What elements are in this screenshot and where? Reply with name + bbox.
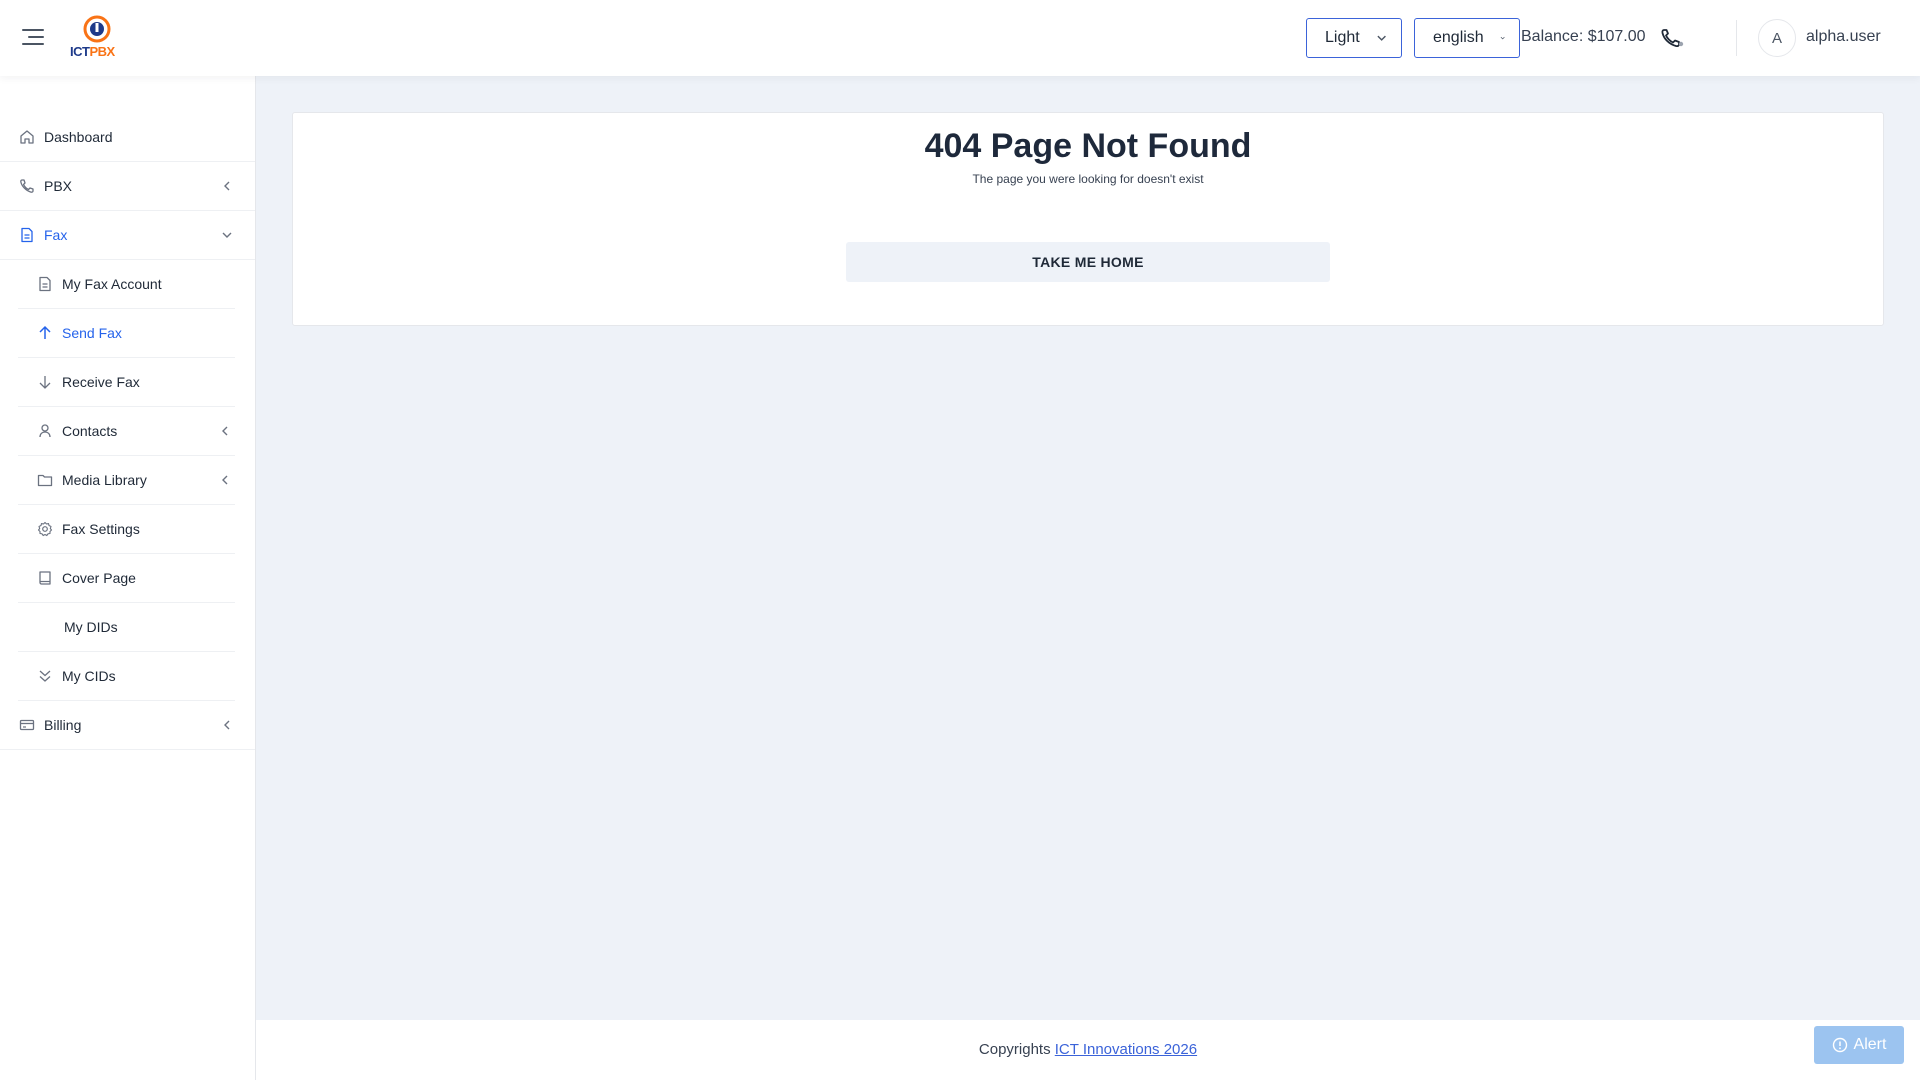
sidebar-item-fax-settings[interactable]: Fax Settings: [18, 505, 235, 554]
sidebar-item-label: Receive Fax: [62, 374, 140, 390]
header-divider: [1736, 20, 1737, 56]
logo-emblem-icon: [83, 15, 111, 43]
alert-button[interactable]: Alert: [1814, 1026, 1904, 1064]
phone-icon[interactable]: [1660, 27, 1684, 49]
theme-select[interactable]: Light: [1306, 18, 1402, 58]
sidebar-item-label: My Fax Account: [62, 276, 162, 292]
sidebar-item-label: PBX: [44, 178, 73, 194]
arrow-up-icon: [36, 324, 54, 342]
language-select[interactable]: english: [1414, 18, 1520, 58]
sidebar-item-label: Billing: [44, 717, 82, 733]
logo-text-ict: ICT: [70, 44, 90, 59]
user-icon: [36, 422, 54, 440]
book-icon: [36, 569, 54, 587]
sidebar-item-contacts[interactable]: Contacts: [18, 407, 235, 456]
sidebar-item-billing[interactable]: Billing: [0, 701, 255, 750]
top-header: ICTPBX Light english Balance: $107.00 A …: [0, 0, 1920, 76]
phone-icon: [18, 177, 36, 195]
sidebar-item-label: Contacts: [62, 423, 118, 439]
sidebar-item-send-fax[interactable]: Send Fax: [18, 309, 235, 358]
avatar[interactable]: A: [1758, 19, 1796, 57]
info-circle-icon: [1832, 1037, 1847, 1053]
sidebar-item-receive-fax[interactable]: Receive Fax: [18, 358, 235, 407]
theme-select-value: Light: [1325, 29, 1360, 46]
username[interactable]: alpha.user: [1806, 28, 1881, 46]
sidebar-item-fax[interactable]: Fax: [0, 211, 255, 260]
home-icon: [18, 128, 36, 146]
chevron-left-icon: [224, 720, 230, 730]
sidebar-item-label: Media Library: [62, 472, 147, 488]
footer-link[interactable]: ICT Innovations 2026: [1055, 1041, 1197, 1058]
chevron-down-icon: [222, 232, 232, 238]
sidebar-item-pbx[interactable]: PBX: [0, 162, 255, 211]
chevron-left-icon: [224, 181, 230, 191]
double-chevron-down-icon: [36, 667, 54, 685]
sidebar-item-label: My DIDs: [64, 619, 118, 635]
sidebar-item-label: Dashboard: [44, 129, 113, 145]
language-select-value: english: [1433, 29, 1484, 46]
chevron-left-icon: [222, 475, 228, 485]
sidebar: Dashboard PBX Fax My Fax Account Send Fa…: [0, 76, 256, 1080]
folder-icon: [36, 471, 54, 489]
logo[interactable]: ICTPBX: [70, 14, 126, 62]
sidebar-item-label: Send Fax: [62, 325, 122, 341]
chevron-down-icon: [1500, 36, 1505, 40]
sidebar-item-label: Fax: [44, 227, 68, 243]
menu-icon[interactable]: [22, 29, 44, 47]
logo-text: ICTPBX: [70, 44, 115, 59]
chevron-down-icon: [1377, 35, 1386, 41]
error-card: 404 Page Not Found The page you were loo…: [292, 112, 1884, 326]
sidebar-item-my-dids[interactable]: My DIDs: [18, 603, 235, 652]
footer: Copyrights ICT Innovations 2026: [256, 1020, 1920, 1080]
arrow-down-icon: [36, 373, 54, 391]
document-icon: [18, 226, 36, 244]
sidebar-item-my-cids[interactable]: My CIDs: [18, 652, 235, 701]
logo-text-pbx: PBX: [89, 44, 115, 59]
alert-button-label: Alert: [1853, 1036, 1887, 1053]
take-me-home-button[interactable]: TAKE ME HOME: [846, 242, 1330, 282]
chevron-left-icon: [222, 426, 228, 436]
document-icon: [36, 275, 54, 293]
footer-prefix: Copyrights: [978, 1041, 1051, 1058]
sidebar-item-label: Cover Page: [62, 570, 136, 586]
sidebar-item-my-fax-account[interactable]: My Fax Account: [18, 260, 235, 309]
sidebar-item-label: My CIDs: [62, 668, 116, 684]
sidebar-item-cover-page[interactable]: Cover Page: [18, 554, 235, 603]
sidebar-item-media-library[interactable]: Media Library: [18, 456, 235, 505]
balance-display: Balance: $107.00: [1521, 28, 1646, 45]
credit-card-icon: [18, 716, 36, 734]
page-subtitle: The page you were looking for doesn't ex…: [972, 172, 1204, 186]
gear-icon: [36, 520, 54, 538]
sidebar-item-label: Fax Settings: [62, 521, 140, 537]
fax-submenu: My Fax Account Send Fax Receive Fax Cont…: [18, 260, 235, 701]
page-title: 404 Page Not Found: [924, 127, 1252, 165]
sidebar-item-dashboard[interactable]: Dashboard: [0, 113, 255, 162]
